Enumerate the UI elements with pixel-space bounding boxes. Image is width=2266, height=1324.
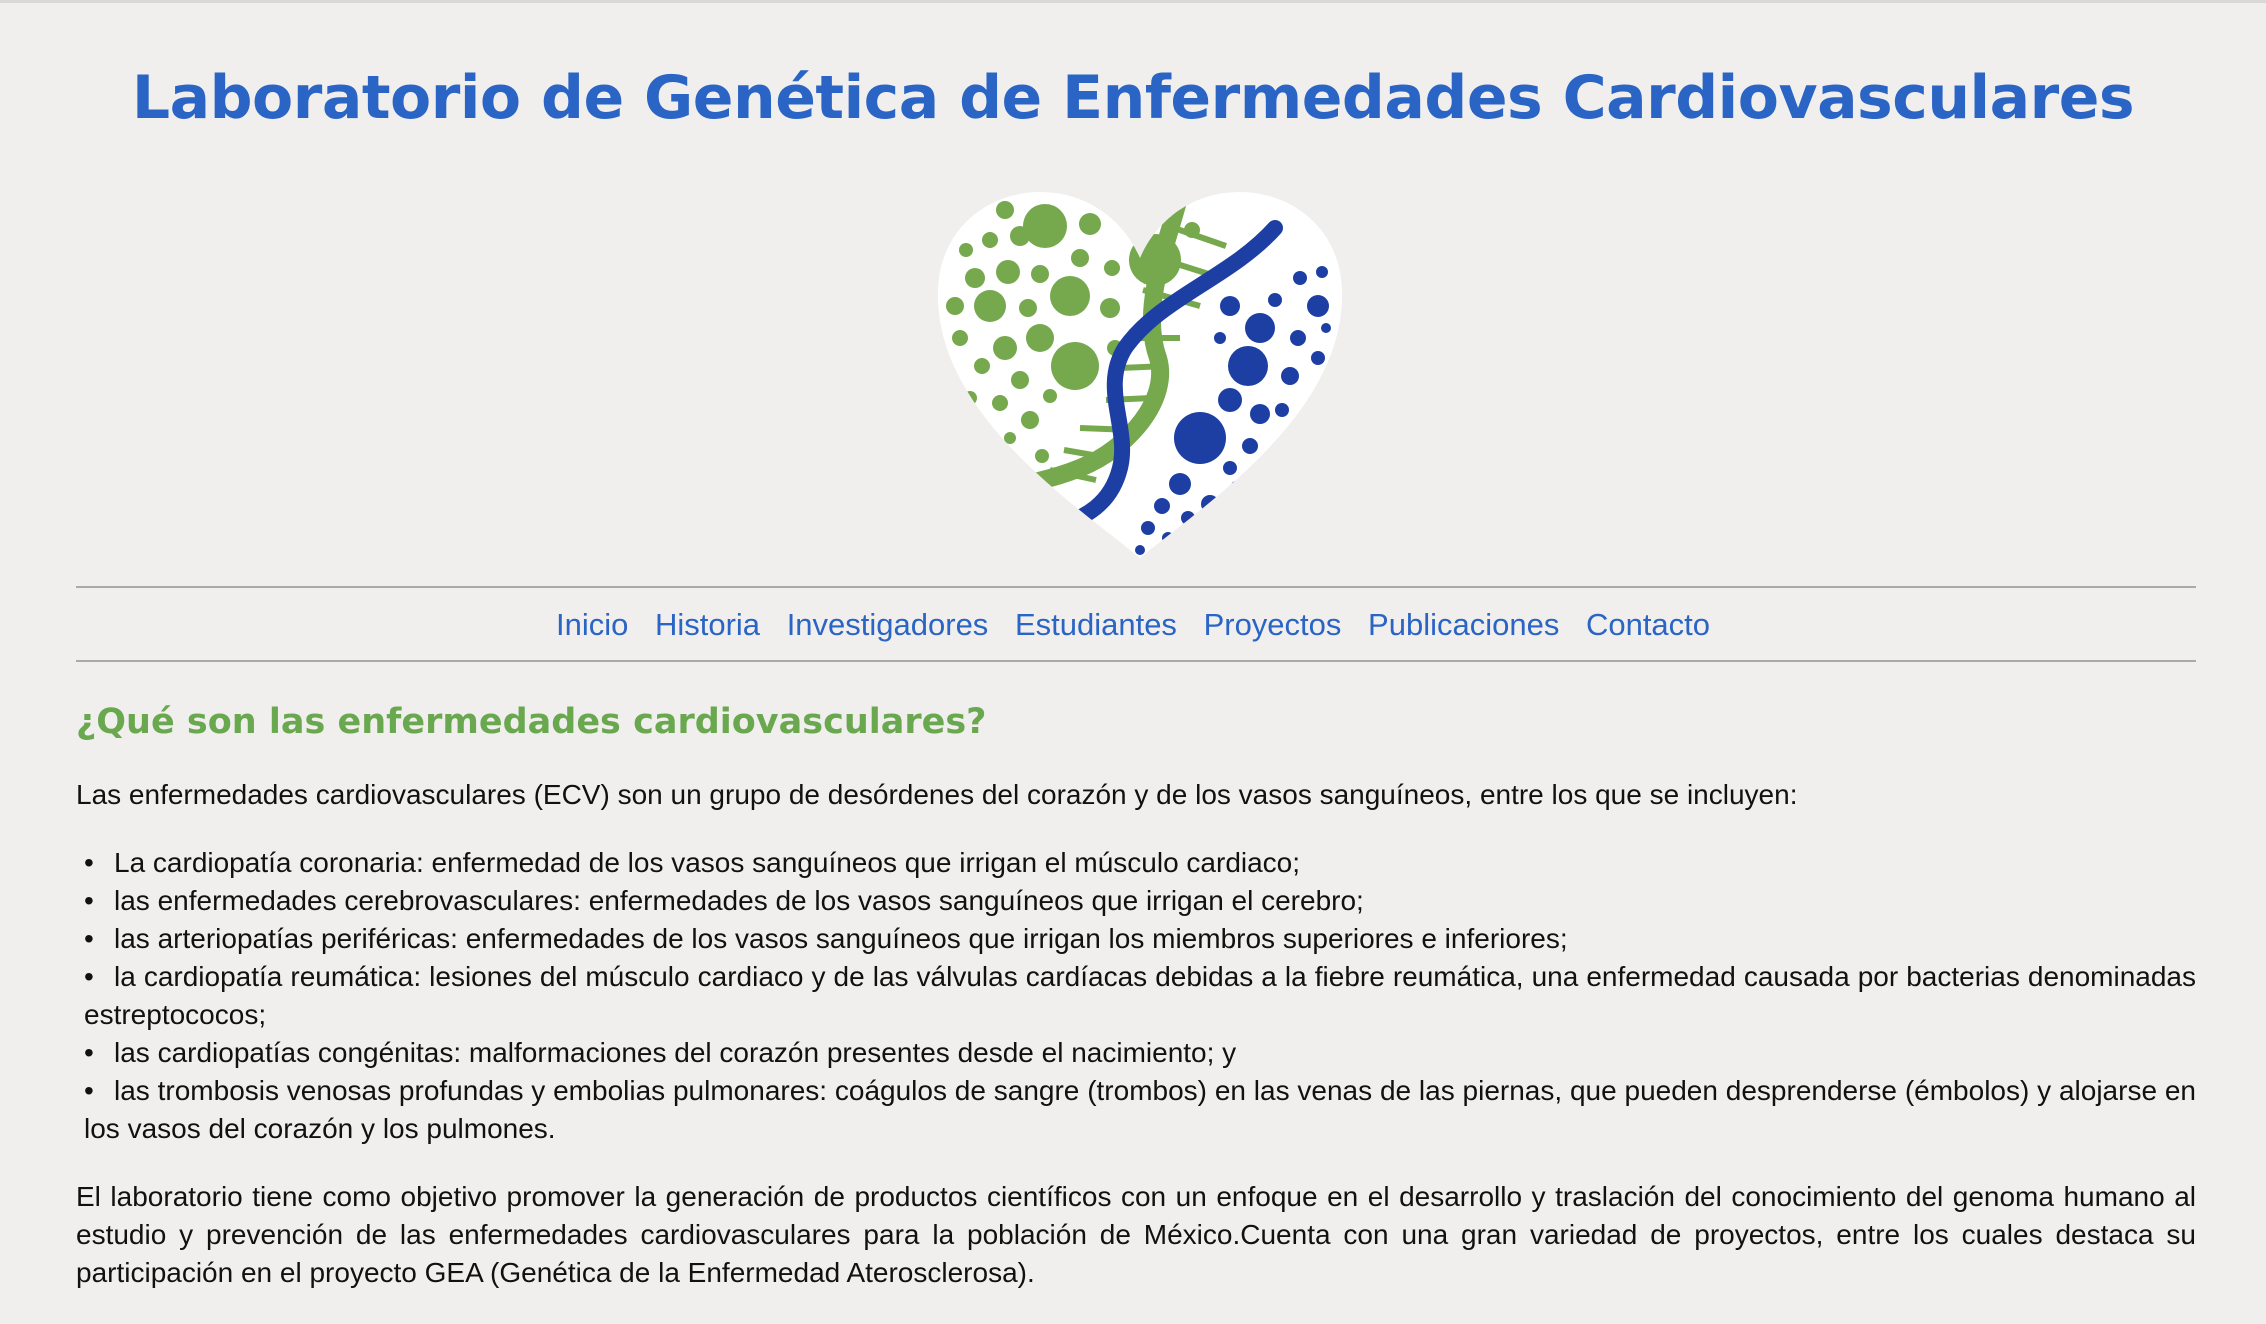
bullet: •	[84, 847, 94, 878]
nav-link-estudiantes[interactable]: Estudiantes	[1015, 607, 1177, 642]
site-title: Laboratorio de Genética de Enfermedades …	[131, 63, 2135, 133]
list-item-text: las trombosis venosas profundas y emboli…	[84, 1075, 2196, 1144]
nav-link-historia[interactable]: Historia	[655, 607, 760, 642]
bullet: •	[84, 961, 94, 992]
nav-top-divider	[76, 586, 2196, 588]
section-heading: ¿Qué son las enfermedades cardiovascular…	[76, 702, 987, 742]
list-item-text: La cardiopatía coronaria: enfermedad de …	[114, 847, 1301, 878]
main-content: Las enfermedades cardiovasculares (ECV) …	[76, 776, 2196, 1292]
list-item: • la cardiopatía reumática: lesiones del …	[76, 958, 2196, 1034]
top-border	[0, 0, 2266, 3]
disease-list: • La cardiopatía coronaria: enfermedad de…	[76, 844, 2196, 1148]
nav-link-contacto[interactable]: Contacto	[1586, 607, 1710, 642]
bullet: •	[84, 885, 94, 916]
nav-link-investigadores[interactable]: Investigadores	[787, 607, 989, 642]
nav-bottom-divider	[76, 660, 2196, 662]
list-item: • las trombosis venosas profundas y embol…	[76, 1072, 2196, 1148]
bullet: •	[84, 1075, 94, 1106]
list-item-text: las enfermedades cerebrovasculares: enfe…	[114, 885, 1364, 916]
list-item-text: las arteriopatías periféricas: enfermeda…	[114, 923, 1568, 954]
list-item: • las arteriopatías periféricas: enfermed…	[76, 920, 2196, 958]
list-item: • La cardiopatía coronaria: enfermedad de…	[76, 844, 2196, 882]
main-nav: Inicio Historia Investigadores Estudiant…	[0, 600, 2266, 650]
nav-link-proyectos[interactable]: Proyectos	[1204, 607, 1342, 642]
list-item-text: las cardiopatías congénitas: malformacio…	[114, 1037, 1237, 1068]
nav-link-publicaciones[interactable]: Publicaciones	[1368, 607, 1559, 642]
nav-link-inicio[interactable]: Inicio	[556, 607, 628, 642]
bullet: •	[84, 923, 94, 954]
heart-dna-logo	[937, 192, 1343, 558]
list-item-text: la cardiopatía reumática: lesiones del m…	[84, 961, 2196, 1030]
list-item: • las enfermedades cerebrovasculares: enf…	[76, 882, 2196, 920]
intro-paragraph: Las enfermedades cardiovasculares (ECV) …	[76, 779, 1798, 810]
closing-paragraph: El laboratorio tiene como objetivo promo…	[76, 1181, 2196, 1288]
bullet: •	[84, 1037, 94, 1068]
list-item: • las cardiopatías congénitas: malformaci…	[76, 1034, 2196, 1072]
